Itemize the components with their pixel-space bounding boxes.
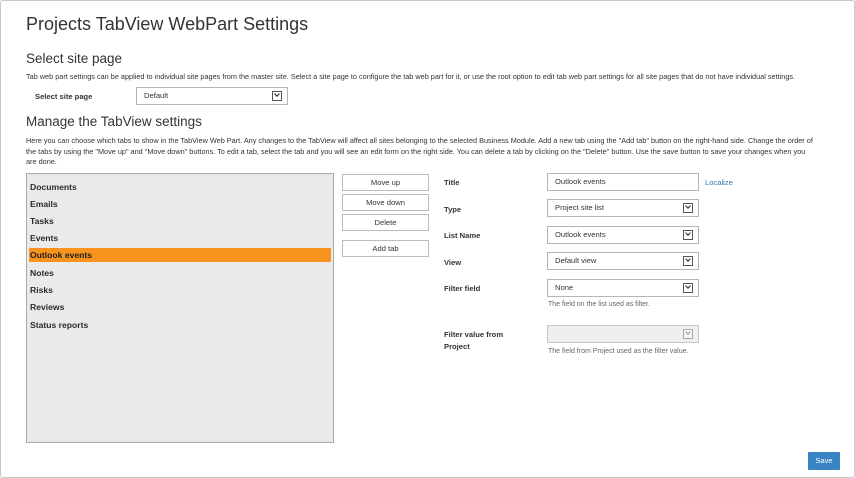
chevron-down-icon <box>683 203 693 213</box>
site-page-description: Tab web part settings can be applied to … <box>26 72 796 81</box>
select-site-page-label: Select site page <box>35 92 93 101</box>
site-page-select-value: Default <box>144 91 169 100</box>
site-page-select[interactable]: Default <box>136 87 288 105</box>
page-title: Projects TabView WebPart Settings <box>26 14 309 34</box>
filter-value-label-line: Filter value from <box>444 330 504 339</box>
settings-panel: Projects TabView WebPart Settings Select… <box>0 0 855 478</box>
tab-list-item-notes[interactable]: Notes <box>29 266 331 280</box>
localize-link[interactable]: Localize <box>705 178 733 187</box>
filter-field-hint: The field on the list used as filter. <box>548 301 650 308</box>
filter-field-select[interactable]: None <box>547 279 699 297</box>
manage-heading: Manage the TabView settings <box>26 114 202 129</box>
list-name-select-value: Outlook events <box>555 230 606 239</box>
chevron-down-icon <box>683 230 693 240</box>
tab-list-item-emails[interactable]: Emails <box>29 197 331 211</box>
filter-field-label: Filter field <box>444 284 481 293</box>
manage-description-line: the tabs by using the "Move up" and "Mov… <box>26 146 806 156</box>
list-name-label: List Name <box>444 231 481 240</box>
manage-description-line: are done. <box>26 157 57 166</box>
filter-value-label-line: Project <box>444 342 470 351</box>
filter-field-select-value: None <box>555 283 574 292</box>
filter-value-label: Filter value from Project <box>444 329 503 353</box>
tab-list-item-status-reports[interactable]: Status reports <box>29 318 331 332</box>
tab-list-item-documents[interactable]: Documents <box>29 180 331 194</box>
list-name-select[interactable]: Outlook events <box>547 226 699 244</box>
delete-button[interactable]: Delete <box>342 214 429 231</box>
title-input[interactable]: Outlook events <box>547 173 699 191</box>
manage-description: Here you can choose which tabs to show i… <box>26 136 848 168</box>
move-down-button[interactable]: Move down <box>342 194 429 211</box>
tab-list-item-outlook-events[interactable]: Outlook events <box>29 248 331 262</box>
tab-list-item-tasks[interactable]: Tasks <box>29 214 331 228</box>
type-select[interactable]: Project site list <box>547 199 699 217</box>
tab-list-item-risks[interactable]: Risks <box>29 283 331 297</box>
filter-value-select <box>547 325 699 343</box>
type-label: Type <box>444 205 462 214</box>
view-select-value: Default view <box>555 256 597 265</box>
add-tab-button[interactable]: Add tab <box>342 240 429 257</box>
type-select-value: Project site list <box>555 203 604 212</box>
tab-list-item-reviews[interactable]: Reviews <box>29 300 331 314</box>
chevron-down-icon <box>272 91 282 101</box>
manage-description-line: Here you can choose which tabs to show i… <box>26 136 813 145</box>
site-page-heading: Select site page <box>26 51 123 66</box>
tab-list: Documents Emails Tasks Events Outlook ev… <box>26 173 334 443</box>
filter-value-hint: The field from Project used as the filte… <box>548 348 689 355</box>
chevron-down-icon <box>683 256 693 266</box>
view-select[interactable]: Default view <box>547 252 699 270</box>
title-label: Title <box>444 178 460 187</box>
view-label: View <box>444 258 462 267</box>
chevron-down-icon <box>683 329 693 339</box>
tab-list-item-events[interactable]: Events <box>29 231 331 245</box>
move-up-button[interactable]: Move up <box>342 174 429 191</box>
chevron-down-icon <box>683 283 693 293</box>
save-button[interactable]: Save <box>808 452 840 470</box>
